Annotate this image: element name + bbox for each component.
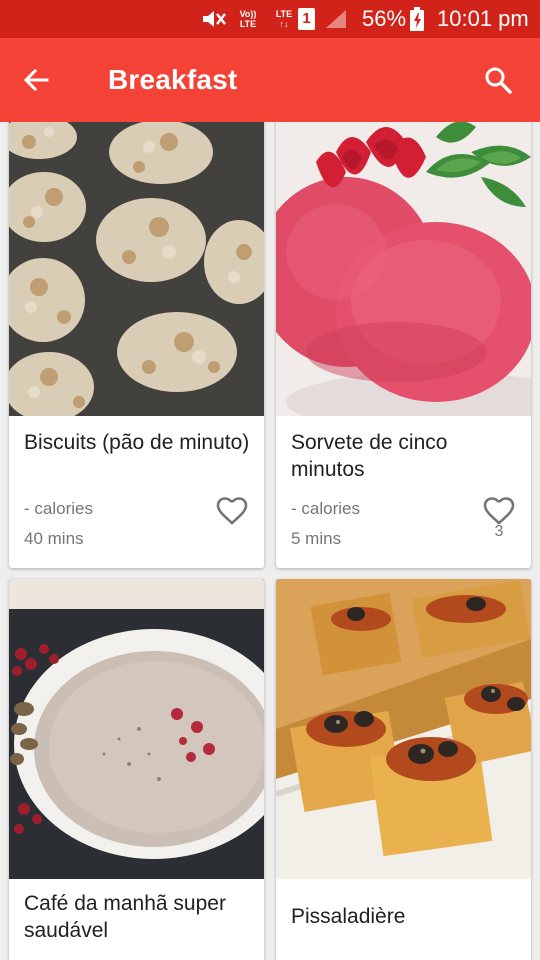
recipe-time: 40 mins	[24, 529, 84, 548]
recipe-image	[9, 579, 264, 879]
search-button[interactable]	[474, 54, 522, 106]
recipe-card[interactable]: Café da manhã super saudável	[9, 579, 264, 960]
app-bar: Breakfast	[0, 38, 540, 122]
recipe-title: Biscuits (pão de minuto)	[24, 431, 250, 454]
arrow-back-icon	[23, 68, 49, 92]
back-button[interactable]	[12, 54, 60, 106]
clock: 10:01 pm	[437, 6, 529, 31]
favorite-button[interactable]	[213, 492, 251, 530]
recipe-time: 5 mins	[291, 529, 342, 548]
recipe-card[interactable]: Pissaladière	[276, 579, 531, 960]
search-icon	[485, 67, 512, 94]
volte-icon: Vo)) LTE	[239, 9, 257, 29]
favorite-count: 3	[494, 523, 504, 540]
lte-icon: LTE ↑↓	[275, 9, 293, 29]
recipe-grid: Biscuits (pão de minuto) - calories 40 m…	[0, 122, 540, 960]
status-bar: Vo)) LTE LTE ↑↓ 1 56% 10:01 pm	[0, 0, 540, 38]
battery-charging-icon	[410, 0, 426, 38]
recipe-card[interactable]: Sorvete de cinco minutos - calories 5 mi…	[276, 122, 531, 568]
battery-percent: 56%	[362, 6, 407, 31]
page-title: Breakfast	[108, 64, 238, 95]
recipe-title: Pissaladière	[291, 905, 406, 928]
mute-icon	[200, 0, 230, 38]
recipe-title: Café da manhã super saudável	[24, 892, 226, 942]
recipe-title: Sorvete de cinco minutos	[291, 431, 448, 481]
recipe-image	[276, 579, 531, 879]
recipe-calories: - calories	[24, 499, 93, 518]
recipe-image	[276, 122, 531, 416]
heart-outline-icon	[483, 497, 515, 525]
recipe-calories: - calories	[291, 499, 360, 518]
sim-icon: 1	[298, 0, 316, 38]
recipe-image	[9, 122, 264, 416]
recipe-card[interactable]: Biscuits (pão de minuto) - calories 40 m…	[9, 122, 264, 568]
signal-icon	[324, 0, 350, 38]
heart-outline-icon	[216, 497, 248, 525]
